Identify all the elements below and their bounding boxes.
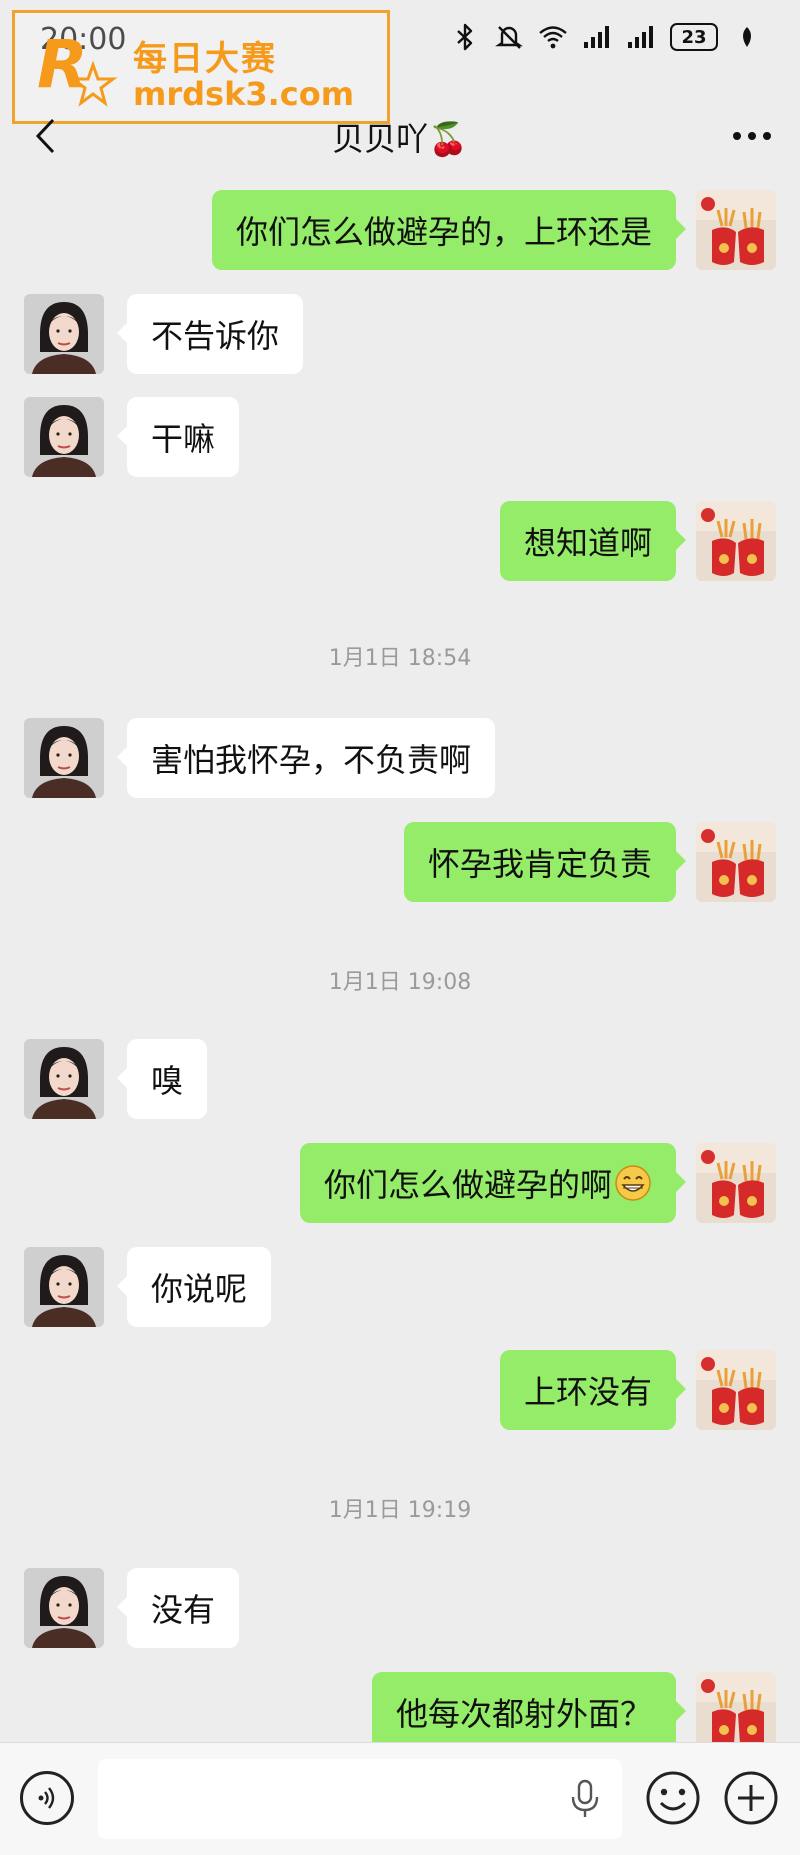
message-text: 你说呢 [151, 1270, 248, 1308]
message-bubble-sent[interactable]: 他每次都射外面？ [371, 1672, 687, 1752]
emoji-icon [646, 1771, 700, 1825]
message-row-sent: 想知道啊 [0, 501, 800, 583]
contact-avatar[interactable] [24, 397, 104, 477]
message-text: 干嘛 [151, 420, 216, 458]
contact-avatar[interactable] [24, 1247, 104, 1327]
message-row-sent: 上环没有 [0, 1350, 800, 1432]
message-bubble-sent[interactable]: 你们怎么做避孕的啊 [299, 1143, 687, 1223]
plus-button[interactable] [722, 1769, 780, 1827]
self-avatar[interactable] [696, 822, 776, 902]
watermark-title: 每日大赛 [133, 39, 277, 79]
emoji-button[interactable] [644, 1769, 702, 1827]
mic-icon[interactable] [568, 1779, 602, 1819]
message-input[interactable] [98, 1759, 622, 1839]
self-avatar[interactable] [696, 190, 776, 270]
message-text: 你们怎么做避孕的，上环还是 [235, 213, 652, 251]
timestamp: 1月1日 18:54 [328, 646, 472, 671]
message-row-received: 没有 [0, 1568, 800, 1650]
message-text: 他每次都射外面？ [395, 1695, 652, 1733]
message-row-received: 嗅 [0, 1039, 800, 1121]
svg-text:R: R [37, 26, 88, 103]
message-text: 上环没有 [523, 1373, 652, 1411]
message-row-received: 你说呢 [0, 1247, 800, 1329]
voice-icon [38, 1787, 55, 1809]
grin-emoji-icon [615, 1165, 651, 1201]
message-bubble-received[interactable]: 没有 [116, 1568, 240, 1648]
message-row-received: 害怕我怀孕，不负责啊 [0, 718, 800, 800]
message-bubble-sent[interactable]: 想知道啊 [499, 501, 687, 581]
message-text: 不告诉你 [151, 317, 280, 355]
message-text: 你们怎么做避孕的啊 [323, 1166, 612, 1204]
contact-avatar[interactable] [24, 294, 104, 374]
mute-icon [494, 22, 524, 52]
message-row-received: 干嘛 [0, 397, 800, 479]
chat-header: 贝贝吖🍒 [0, 100, 800, 180]
message-bubble-sent[interactable]: 上环没有 [499, 1350, 687, 1430]
title-wrap: 贝贝吖🍒 [0, 114, 800, 160]
contact-avatar[interactable] [24, 1039, 104, 1119]
leaf-icon [732, 22, 762, 52]
message-row-sent: 你们怎么做避孕的，上环还是 [0, 190, 800, 272]
message-bubble-received[interactable]: 嗅 [116, 1039, 208, 1119]
message-bubble-received[interactable]: 你说呢 [116, 1247, 272, 1327]
message-bubble-received[interactable]: 不告诉你 [116, 294, 304, 374]
plus-icon [724, 1771, 778, 1825]
message-text: 怀孕我肯定负责 [427, 845, 652, 883]
timestamp: 1月1日 19:08 [328, 970, 472, 995]
input-bar [0, 1742, 800, 1855]
more-button[interactable] [724, 108, 780, 164]
status-icons: 23 [450, 22, 762, 52]
signal-icon [582, 22, 612, 52]
self-avatar[interactable] [696, 1672, 776, 1752]
message-text: 没有 [151, 1591, 216, 1629]
self-avatar[interactable] [696, 1143, 776, 1223]
contact-avatar[interactable] [24, 718, 104, 798]
voice-button[interactable] [20, 1771, 74, 1825]
wifi-icon [538, 22, 568, 52]
message-bubble-received[interactable]: 害怕我怀孕，不负责啊 [116, 718, 496, 798]
signal-icon [626, 22, 656, 52]
chat-title: 贝贝吖🍒 [332, 120, 468, 158]
self-avatar[interactable] [696, 501, 776, 581]
self-avatar[interactable] [696, 1350, 776, 1430]
message-row-sent: 你们怎么做避孕的啊 [0, 1143, 800, 1225]
timestamp: 1月1日 19:19 [328, 1498, 472, 1523]
message-bubble-received[interactable]: 干嘛 [116, 397, 240, 477]
message-bubble-sent[interactable]: 怀孕我肯定负责 [403, 822, 687, 902]
more-icon [733, 132, 771, 140]
contact-avatar[interactable] [24, 1568, 104, 1648]
message-row-sent: 怀孕我肯定负责 [0, 822, 800, 904]
message-text: 想知道啊 [523, 524, 652, 562]
message-text: 嗅 [151, 1062, 184, 1100]
message-bubble-sent[interactable]: 你们怎么做避孕的，上环还是 [211, 190, 687, 270]
bluetooth-icon [450, 22, 480, 52]
chat-screen: 20:00 23 R 每日大赛 mrdsk3.com 贝贝吖🍒 你们怎么做避孕的… [0, 0, 800, 1855]
message-row-received: 不告诉你 [0, 294, 800, 376]
message-text: 害怕我怀孕，不负责啊 [151, 741, 472, 779]
battery-indicator: 23 [670, 23, 718, 51]
